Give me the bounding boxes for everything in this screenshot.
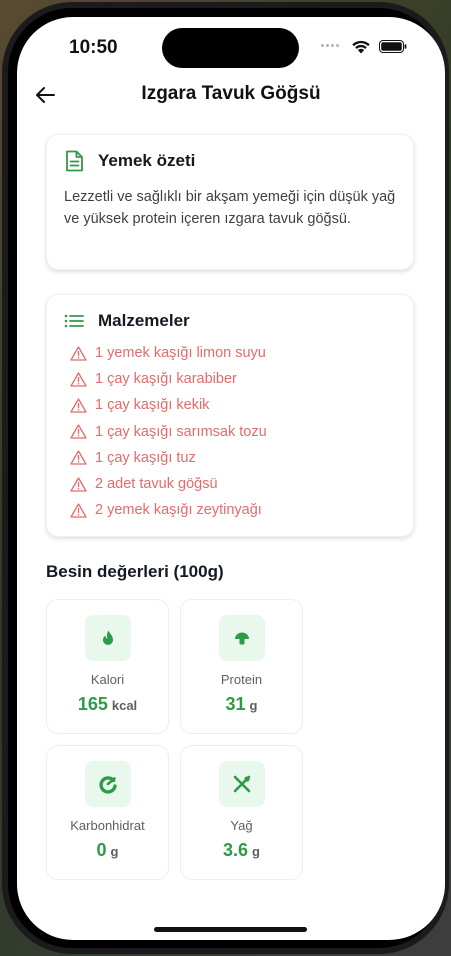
ingredient-item: 1 yemek kaşığı limon suyu: [64, 340, 397, 366]
arrow-left-icon: [36, 87, 55, 103]
dynamic-island: [162, 28, 299, 68]
nutrient-unit: kcal: [111, 698, 138, 713]
ingredient-text: 1 çay kaşığı karabiber: [95, 371, 237, 388]
nutrient-unit: g: [252, 844, 260, 859]
status-time: 10:50: [69, 37, 118, 58]
warning-triangle-icon: [70, 450, 87, 465]
ingredient-item: 2 yemek kaşığı zeytinyağı: [64, 497, 397, 523]
nutrient-unit: g: [249, 698, 258, 713]
warning-triangle-icon: [70, 476, 87, 492]
nutrient-tile-fat: Yağ 3.6 g: [180, 745, 303, 880]
battery-icon: [379, 40, 407, 53]
nutrient-label: Yağ: [230, 818, 253, 833]
nutrient-tile-carbohydrate: Karbonhidrat 0 g: [46, 745, 169, 880]
ingredient-text: 1 yemek kaşığı limon suyu: [95, 345, 266, 362]
back-button[interactable]: [31, 81, 59, 109]
ingredient-item: 1 çay kaşığı karabiber: [64, 366, 397, 392]
summary-card: Yemek özeti Lezzetli ve sağlıklı bir akş…: [46, 134, 414, 270]
nutrient-value-row: 165 kcal: [78, 694, 137, 715]
ingredient-item: 1 çay kaşığı kekik: [64, 392, 397, 418]
nutrient-tile-calorie: Kalori 165 kcal: [46, 599, 169, 734]
calorie-icon: [102, 630, 113, 645]
ingredient-list: 1 yemek kaşığı limon suyu 1 çay kaşığı k…: [64, 340, 397, 523]
fat-icon: [233, 775, 250, 793]
protein-icon: [234, 632, 249, 645]
nutrient-value: 165: [77, 694, 108, 714]
nutrient-value: 3.6: [223, 840, 249, 860]
ingredients-card-header: Malzemeler: [64, 311, 397, 331]
list-icon: [64, 314, 84, 328]
document-icon: [66, 150, 83, 172]
nutrient-value: 0: [96, 840, 107, 860]
summary-title: Yemek özeti: [98, 151, 196, 170]
nutrient-icon-box: [84, 761, 131, 807]
nutrition-section-title: Besin değerleri (100g): [46, 562, 224, 581]
summary-card-header: Yemek özeti: [64, 150, 397, 172]
ingredient-text: 1 çay kaşığı tuz: [95, 449, 196, 466]
warning-triangle-icon: [70, 398, 87, 413]
nutrient-icon-box: [84, 615, 131, 661]
home-indicator[interactable]: [154, 927, 307, 932]
ingredients-title: Malzemeler: [98, 311, 190, 330]
nutrient-icon-box: [218, 761, 265, 807]
warning-triangle-icon: [70, 345, 87, 361]
ingredient-text: 2 adet tavuk göğsü: [95, 476, 218, 493]
device-background: 10:50 Izgara Tavuk Göğsü Yemek özeti Lez…: [0, 0, 451, 956]
ingredient-item: 2 adet tavuk göğsü: [64, 471, 397, 497]
nutrient-label: Protein: [220, 672, 263, 687]
ingredient-text: 2 yemek kaşığı zeytinyağı: [95, 502, 262, 519]
ingredient-text: 1 çay kaşığı sarımsak tozu: [95, 423, 267, 440]
warning-triangle-icon: [70, 424, 87, 439]
nutrient-value: 31: [225, 694, 246, 714]
app-screen: 10:50 Izgara Tavuk Göğsü Yemek özeti Lez…: [17, 17, 445, 940]
ingredients-card: Malzemeler 1 yemek kaşığı limon suyu 1 ç…: [46, 294, 414, 537]
warning-triangle-icon: [70, 372, 87, 387]
warning-triangle-icon: [70, 503, 87, 518]
nutrient-icon-box: [218, 615, 265, 661]
nutrient-unit: g: [110, 844, 119, 859]
nutrient-tile-protein: Protein 31 g: [180, 599, 303, 734]
nutrient-label: Kalori: [90, 672, 125, 687]
nutrient-value-row: 3.6 g: [223, 840, 260, 861]
wifi-icon: [352, 40, 370, 54]
carb-icon: [98, 776, 117, 794]
nutrient-value-row: 31 g: [226, 694, 258, 715]
ingredient-text: 1 çay kaşığı kekik: [95, 397, 210, 414]
page-title: Izgara Tavuk Göğsü: [141, 83, 321, 104]
ingredient-item: 1 çay kaşığı tuz: [64, 445, 397, 471]
summary-text: Lezzetli ve sağlıklı bir akşam yemeği iç…: [64, 189, 396, 227]
nutrient-value-row: 0 g: [97, 840, 119, 861]
ingredient-item: 1 çay kaşığı sarımsak tozu: [64, 419, 397, 445]
cellular-signal-icon: [321, 44, 339, 47]
nutrient-label: Karbonhidrat: [70, 818, 145, 833]
